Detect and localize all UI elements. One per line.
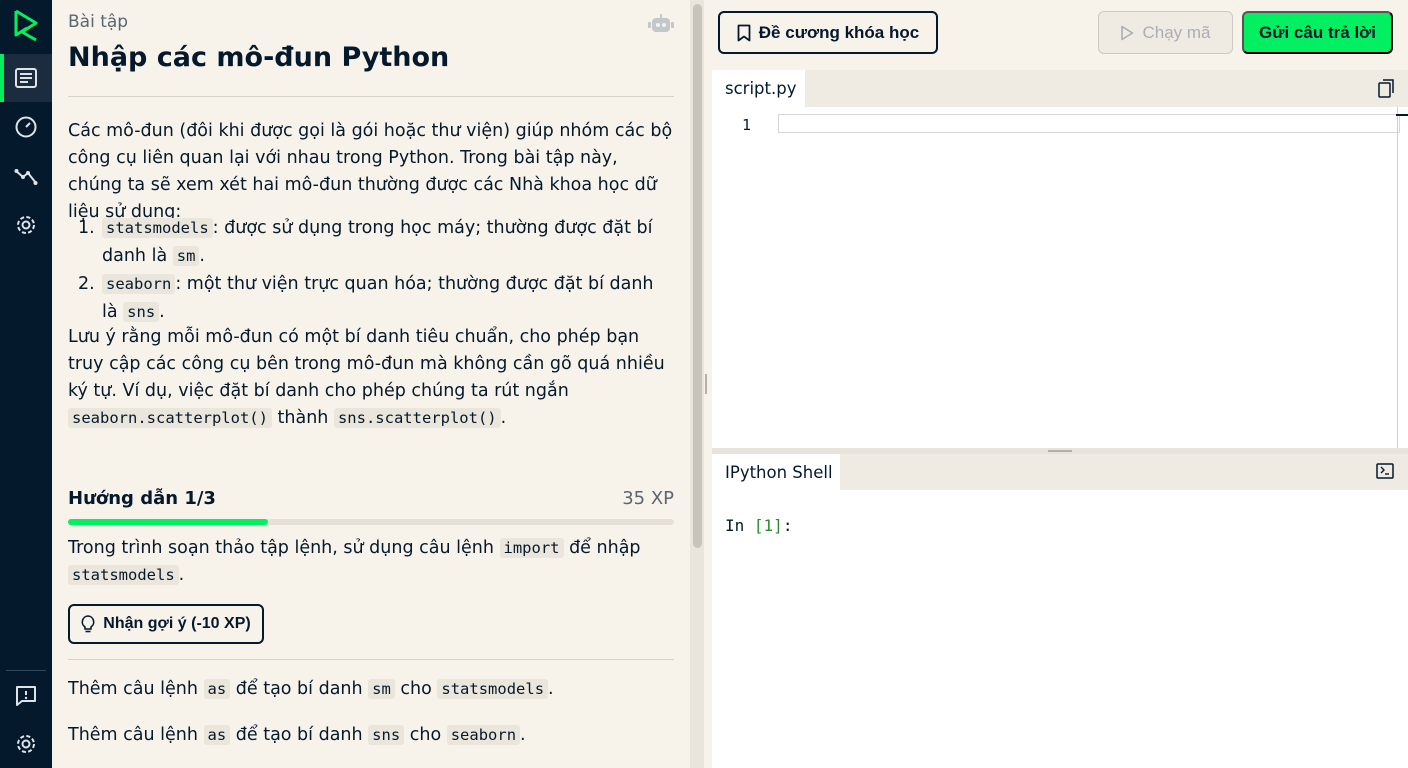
- shell-tabbar: IPython Shell: [712, 454, 1408, 490]
- graph-icon: [14, 169, 38, 185]
- hint-divider: [68, 659, 674, 660]
- workspace-pane: Đề cương khóa học Chạy mã Gửi câu trả lờ…: [704, 0, 1408, 768]
- settings-icon: [17, 216, 35, 234]
- instructions-progress-bar: [68, 519, 674, 525]
- run-code-button[interactable]: Chạy mã: [1098, 11, 1233, 54]
- exercise-pane: Bài tập Nhập các mô-đun Python Các mô-đu…: [52, 0, 692, 768]
- module-list: 1. statsmodels: được sử dụng trong học m…: [68, 214, 674, 326]
- instructions-heading: Hướng dẫn 1/3: [68, 488, 216, 509]
- nav-settings-bottom[interactable]: [0, 720, 52, 768]
- feedback-icon: [16, 686, 36, 706]
- exercise-icon: [15, 68, 37, 88]
- shell-prompt: In [1]:: [725, 516, 793, 535]
- alias-code: sm: [172, 246, 200, 266]
- todo-item: Thêm câu lệnh as để tạo bí danh sns cho …: [68, 725, 526, 745]
- instruction-step: Trong trình soạn thảo tập lệnh, sử dụng …: [68, 538, 641, 585]
- tab-script-py[interactable]: script.py: [712, 70, 805, 107]
- copy-icon[interactable]: [1378, 79, 1394, 98]
- expand-icon[interactable]: [1376, 463, 1394, 479]
- robot-icon[interactable]: [648, 13, 674, 35]
- xp-badge: 35 XP: [622, 488, 674, 509]
- exercise-scrollbar-thumb[interactable]: [693, 4, 702, 548]
- page-title: Nhập các mô-đun Python: [68, 42, 450, 73]
- nav-exercise[interactable]: [0, 54, 52, 102]
- title-divider: [68, 96, 674, 97]
- nav-dashboard[interactable]: [0, 103, 52, 151]
- nav-graph[interactable]: [0, 152, 52, 200]
- course-outline-button[interactable]: Đề cương khóa học: [718, 11, 938, 54]
- ipython-shell[interactable]: IPython Shell In [1]:: [712, 454, 1408, 768]
- tab-ipython-shell[interactable]: IPython Shell: [712, 454, 840, 490]
- get-hint-button[interactable]: Nhận gợi ý (-10 XP): [68, 604, 264, 644]
- bookmark-icon: [737, 24, 751, 41]
- lightbulb-icon: [81, 615, 95, 633]
- intro-text: Các mô-đun (đôi khi được gọi là gói hoặc…: [68, 121, 673, 222]
- nav-feedback[interactable]: [0, 672, 52, 720]
- alias-code: sns: [123, 302, 160, 322]
- vertical-splitter-grip[interactable]: [705, 374, 707, 394]
- left-nav-rail: [0, 0, 52, 768]
- settings-icon: [17, 735, 35, 753]
- editor-scroll-marker: [1396, 114, 1408, 116]
- datacamp-logo-icon[interactable]: [12, 8, 40, 42]
- list-item: 1. statsmodels: được sử dụng trong học m…: [78, 218, 653, 266]
- list-item: 2. seaborn: một thư viện trực quan hóa; …: [78, 274, 654, 322]
- note-text: Lưu ý rằng mỗi mô-đun có một bí danh tiê…: [68, 327, 665, 428]
- progress-fill: [68, 519, 268, 525]
- submit-answer-button[interactable]: Gửi câu trả lời: [1242, 11, 1393, 54]
- code-input-line[interactable]: [778, 114, 1400, 133]
- editor-tabbar: script.py: [712, 70, 1408, 107]
- nav-settings[interactable]: [0, 201, 52, 249]
- exercise-eyebrow: Bài tập: [68, 12, 129, 32]
- code-editor: script.py 1: [712, 70, 1408, 448]
- rail-divider: [6, 670, 46, 671]
- module-code: statsmodels: [102, 218, 213, 238]
- play-icon: [1121, 25, 1134, 40]
- line-number: 1: [742, 116, 752, 134]
- dashboard-icon: [15, 116, 37, 138]
- todo-item: Thêm câu lệnh as để tạo bí danh sm cho s…: [68, 679, 554, 699]
- module-code: seaborn: [102, 274, 176, 294]
- horizontal-splitter-grip[interactable]: [1048, 450, 1072, 452]
- editor-scrollbar[interactable]: [1397, 107, 1398, 448]
